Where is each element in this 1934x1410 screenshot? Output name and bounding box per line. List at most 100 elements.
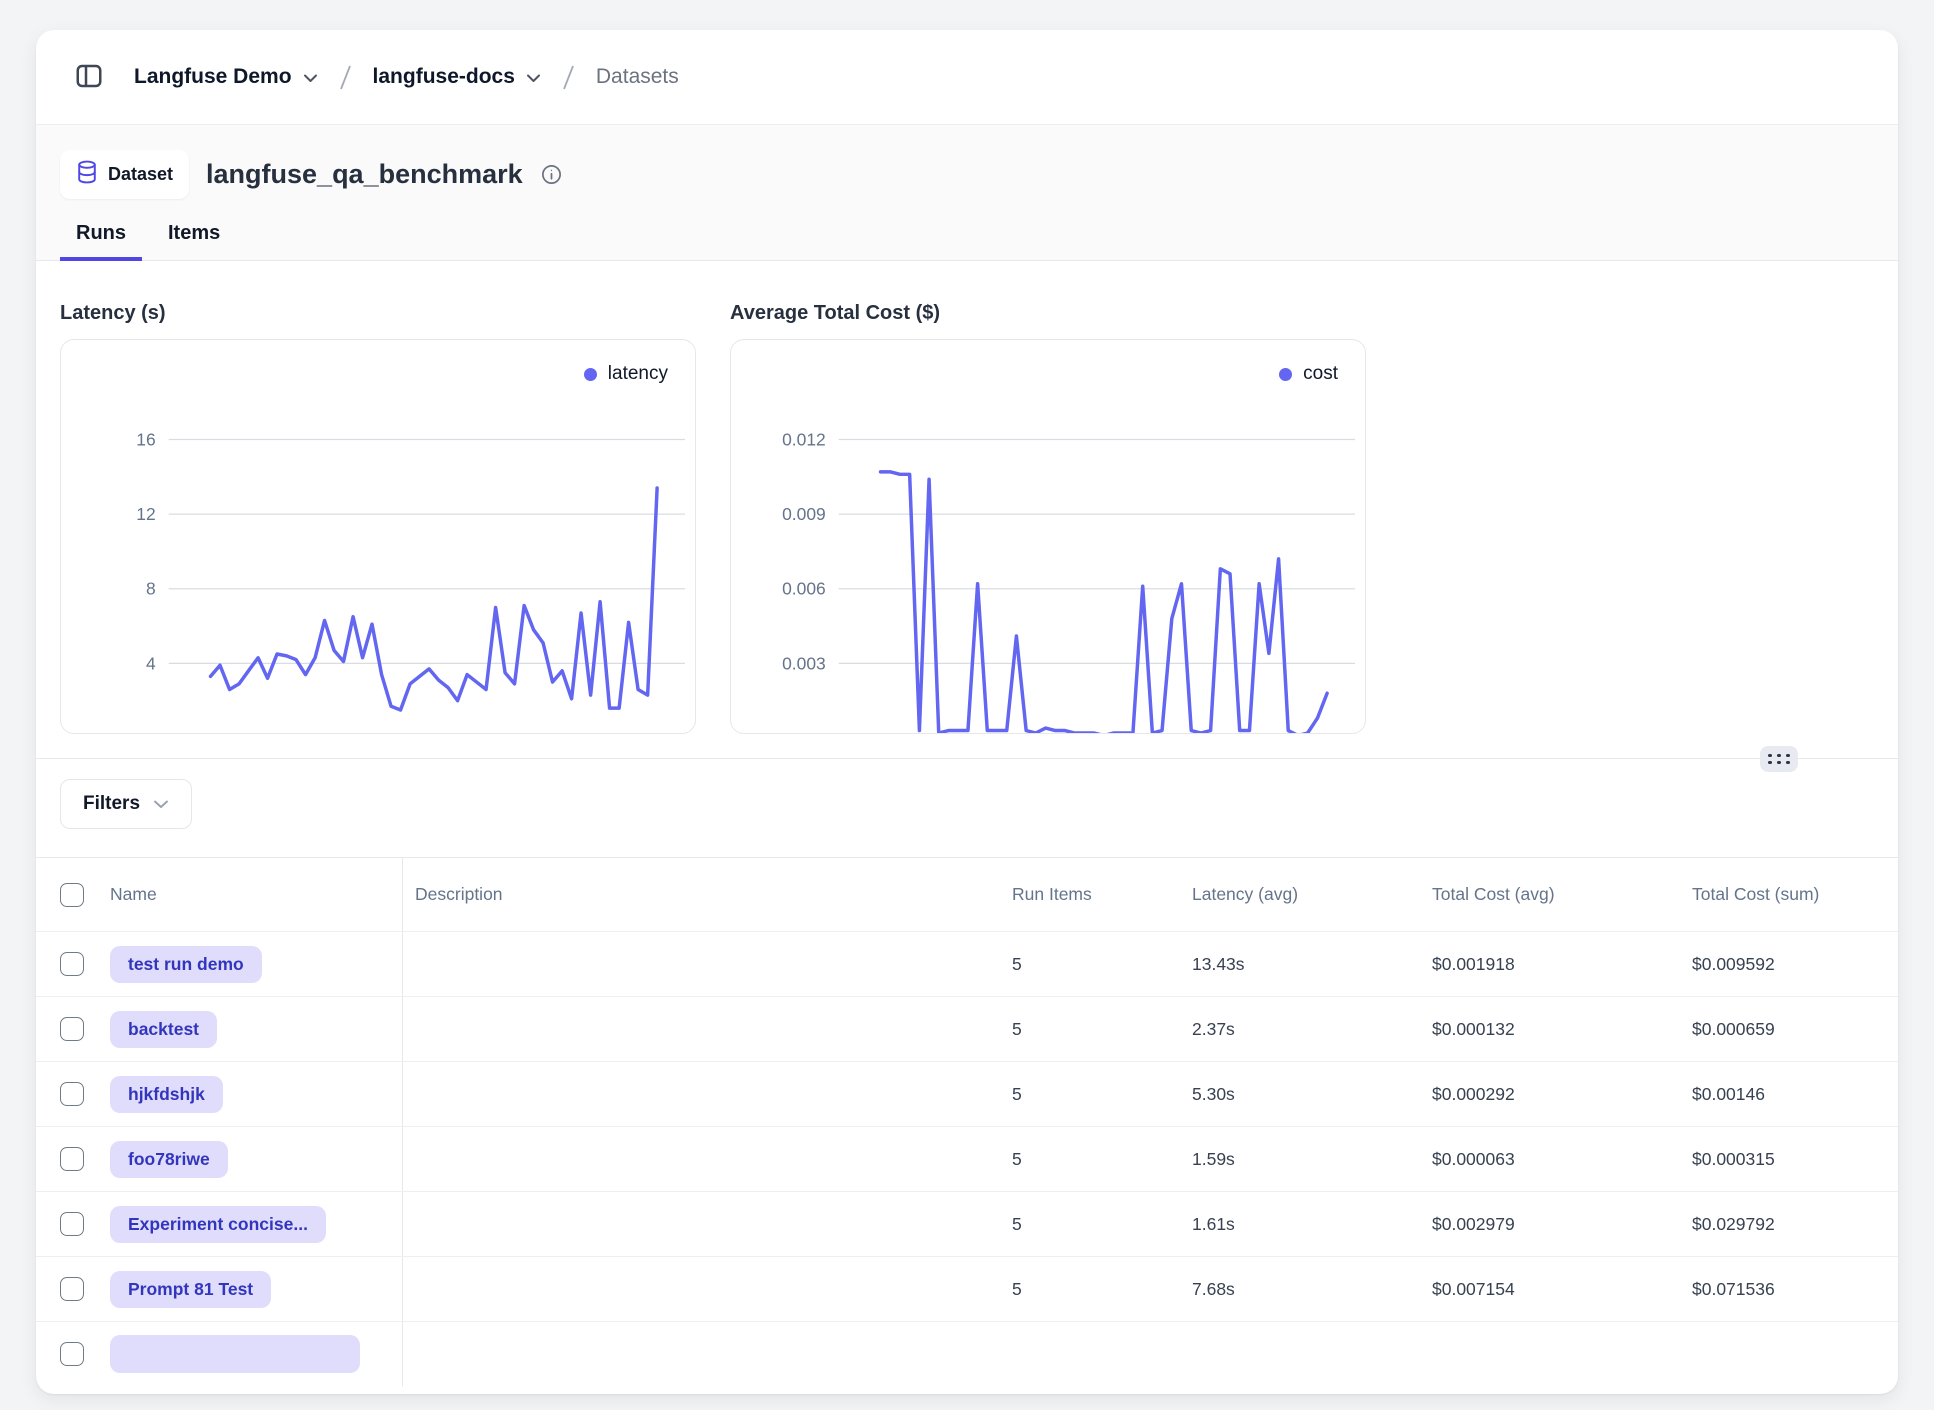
run-name-badge[interactable]: Prompt 81 Test: [110, 1271, 271, 1308]
runs-table: Name Description Run Items Latency (avg)…: [36, 857, 1898, 1386]
latency-chart-title: Latency (s): [60, 302, 696, 325]
total-cost-avg-value: $0.000063: [1420, 1127, 1680, 1191]
database-icon: [76, 160, 98, 189]
latency-avg-value: 1.59s: [1180, 1127, 1420, 1191]
svg-text:8: 8: [146, 579, 156, 599]
breadcrumb-nav: Langfuse Demo langfuse-docs: [134, 62, 679, 92]
total-cost-avg-value: $0.002979: [1420, 1192, 1680, 1256]
latency-legend: latency: [584, 363, 668, 385]
run-name-badge[interactable]: [110, 1335, 360, 1373]
run-name-badge[interactable]: foo78riwe: [110, 1141, 228, 1178]
panel-left-icon: [74, 61, 104, 94]
svg-text:4: 4: [146, 653, 156, 673]
total-cost-sum-value: $0.000315: [1680, 1127, 1898, 1191]
table-row[interactable]: hjkfdshjk 5 5.30s $0.000292 $0.00146: [36, 1061, 1898, 1126]
svg-text:0.003: 0.003: [782, 653, 826, 673]
table-row[interactable]: foo78riwe 5 1.59s $0.000063 $0.000315: [36, 1126, 1898, 1191]
run-items-value: 5: [1000, 997, 1180, 1061]
total-cost-avg-value: $0.007154: [1420, 1257, 1680, 1321]
breadcrumb-environment-label: langfuse-docs: [373, 65, 515, 89]
run-items-value: 5: [1000, 1062, 1180, 1126]
table-body: test run demo 5 13.43s $0.001918 $0.0095…: [36, 931, 1898, 1386]
dataset-header: Dataset langfuse_qa_benchmark Runs Items: [36, 124, 1898, 261]
latency-chart-block: Latency (s) 161284 latency: [60, 302, 696, 734]
breadcrumb-environment[interactable]: langfuse-docs: [373, 65, 541, 89]
charts-section: Latency (s) 161284 latency Average Total…: [36, 261, 1898, 758]
row-checkbox[interactable]: [60, 1342, 84, 1366]
latency-legend-label: latency: [608, 363, 668, 385]
svg-text:0.006: 0.006: [782, 579, 826, 599]
latency-avg-value: [1180, 1322, 1420, 1386]
drag-handle-icon[interactable]: [1760, 746, 1798, 772]
row-checkbox[interactable]: [60, 1147, 84, 1171]
svg-text:16: 16: [136, 429, 155, 449]
run-description: [403, 1062, 1000, 1126]
run-items-value: 5: [1000, 1257, 1180, 1321]
latency-chart[interactable]: 161284 latency: [60, 339, 696, 734]
chevron-down-icon: [303, 65, 318, 89]
total-cost-sum-value: $0.009592: [1680, 932, 1898, 996]
row-checkbox[interactable]: [60, 1212, 84, 1236]
latency-avg-value: 1.61s: [1180, 1192, 1420, 1256]
latency-line-plot: 161284: [61, 340, 695, 733]
tab-items[interactable]: Items: [152, 222, 236, 260]
column-header-total-cost-sum: Total Cost (sum): [1680, 858, 1898, 931]
filters-button[interactable]: Filters: [60, 779, 192, 829]
cost-legend: cost: [1279, 363, 1338, 385]
chevron-down-icon: [526, 65, 541, 89]
run-name-badge[interactable]: backtest: [110, 1011, 217, 1048]
page: Langfuse Demo langfuse-docs: [0, 0, 1934, 1410]
legend-dot-icon: [584, 368, 597, 381]
total-cost-avg-value: $0.000292: [1420, 1062, 1680, 1126]
cost-chart-title: Average Total Cost ($): [730, 302, 1366, 325]
cost-chart-block: Average Total Cost ($) 0.0120.0090.0060.…: [730, 302, 1366, 734]
cost-line-plot: 0.012 0.009 0.006 0.003: [731, 340, 1365, 733]
total-cost-sum-value: $0.00146: [1680, 1062, 1898, 1126]
latency-avg-value: 5.30s: [1180, 1062, 1420, 1126]
dataset-badge-label: Dataset: [108, 164, 173, 185]
run-name-badge[interactable]: hjkfdshjk: [110, 1076, 223, 1113]
run-name-badge[interactable]: Experiment concise...: [110, 1206, 326, 1243]
breadcrumb-datasets-label: Datasets: [596, 65, 679, 89]
row-checkbox[interactable]: [60, 1082, 84, 1106]
column-header-description: Description: [403, 858, 1000, 931]
page-title: langfuse_qa_benchmark: [206, 159, 523, 190]
run-items-value: 5: [1000, 1192, 1180, 1256]
row-checkbox[interactable]: [60, 1017, 84, 1041]
total-cost-avg-value: $0.000132: [1420, 997, 1680, 1061]
table-row[interactable]: backtest 5 2.37s $0.000132 $0.000659: [36, 996, 1898, 1061]
run-name-badge[interactable]: test run demo: [110, 946, 262, 983]
table-row[interactable]: test run demo 5 13.43s $0.001918 $0.0095…: [36, 931, 1898, 996]
column-header-total-cost-avg: Total Cost (avg): [1420, 858, 1680, 931]
row-checkbox[interactable]: [60, 952, 84, 976]
row-checkbox[interactable]: [60, 1277, 84, 1301]
breadcrumb: Langfuse Demo langfuse-docs: [36, 30, 1898, 124]
table-row[interactable]: Experiment concise... 5 1.61s $0.002979 …: [36, 1191, 1898, 1256]
breadcrumb-project[interactable]: Langfuse Demo: [134, 65, 318, 89]
table-row[interactable]: Prompt 81 Test 5 7.68s $0.007154 $0.0715…: [36, 1256, 1898, 1321]
filters-button-label: Filters: [83, 793, 140, 815]
column-header-name: Name: [110, 858, 403, 931]
section-divider: [36, 758, 1898, 759]
total-cost-sum-value: $0.000659: [1680, 997, 1898, 1061]
run-description: [403, 1192, 1000, 1256]
total-cost-avg-value: [1420, 1322, 1680, 1386]
chevron-down-icon: [153, 793, 169, 815]
tab-runs[interactable]: Runs: [60, 222, 142, 260]
table-row[interactable]: [36, 1321, 1898, 1386]
breadcrumb-page-datasets[interactable]: Datasets: [596, 65, 679, 89]
svg-text:0.012: 0.012: [782, 429, 826, 449]
breadcrumb-separator: [338, 62, 353, 92]
total-cost-sum-value: [1680, 1322, 1898, 1386]
run-items-value: 5: [1000, 1127, 1180, 1191]
legend-dot-icon: [1279, 368, 1292, 381]
latency-avg-value: 2.37s: [1180, 997, 1420, 1061]
sidebar-toggle-button[interactable]: [74, 61, 104, 94]
info-icon[interactable]: [540, 163, 563, 186]
select-all-checkbox[interactable]: [60, 883, 84, 907]
tabs: Runs Items: [60, 222, 1874, 260]
svg-text:0.009: 0.009: [782, 504, 826, 524]
latency-avg-value: 13.43s: [1180, 932, 1420, 996]
cost-chart[interactable]: 0.012 0.009 0.006 0.003 cost: [730, 339, 1366, 734]
table-header-row: Name Description Run Items Latency (avg)…: [36, 858, 1898, 931]
